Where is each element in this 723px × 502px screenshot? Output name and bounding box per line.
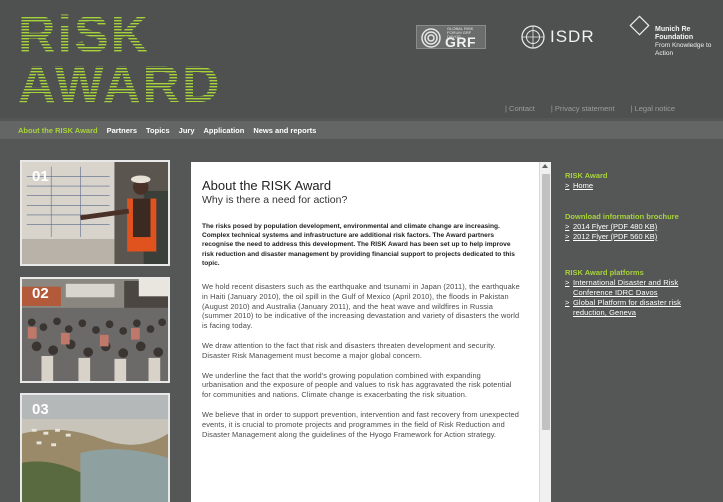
privacy-link[interactable]: | Privacy statement (551, 104, 615, 113)
intro-paragraph: The risks posed by population developmen… (202, 223, 515, 267)
sidebar-link-global-platform[interactable]: > Global Platform for disaster risk redu… (565, 298, 715, 318)
main-nav: About the RISK Award Partners Topics Jur… (0, 121, 723, 139)
nav-application[interactable]: Application (204, 126, 245, 135)
sidebar-section-brochure: Download information brochure > 2014 Fly… (565, 212, 715, 242)
sidebar-title-risk-award: RISK Award (565, 171, 608, 180)
page-subtitle: Why is there a need for action? (202, 194, 348, 206)
thumbnail-3[interactable]: 03 (20, 393, 170, 502)
sidebar-title-platforms: RISK Award platforms (565, 268, 644, 277)
munich-re-logo[interactable]: Munich Re Foundation From Knowledge to A… (628, 14, 718, 64)
top-links: | Contact | Privacy statement | Legal no… (505, 104, 691, 113)
thumbnail-2-number: 02 (32, 285, 49, 302)
right-sidebar: RISK Award > Home Download information b… (565, 171, 715, 339)
arrow-icon: > (565, 298, 570, 307)
thumbnail-2[interactable]: 02 (20, 277, 170, 383)
sidebar-link-label: 2014 Flyer (PDF 480 KB) (573, 222, 658, 231)
legal-notice-link[interactable]: | Legal notice (631, 104, 675, 113)
sidebar-link-label: Global Platform for disaster risk reduct… (573, 298, 681, 317)
risk-award-logo-graphic: RiSK AWARD (18, 6, 222, 114)
page-title: About the RISK Award (202, 178, 332, 193)
sidebar-link-flyer-2014[interactable]: > 2014 Flyer (PDF 480 KB) (565, 222, 715, 232)
thumbnail-1[interactable]: 01 (20, 160, 170, 266)
nav-jury[interactable]: Jury (179, 126, 195, 135)
arrow-icon: > (565, 222, 570, 231)
munich-title: Munich Re Foundation (655, 26, 694, 41)
munich-diamond-icon (629, 15, 650, 36)
sidebar-section-risk-award: RISK Award > Home (565, 171, 715, 191)
body-paragraph-4: We believe that in order to support prev… (202, 409, 519, 439)
sidebar-link-label: International Disaster and Risk Conferen… (573, 278, 679, 297)
grf-text: GRF (445, 34, 477, 50)
sidebar-link-label: Home (573, 181, 594, 190)
sidebar-link-idrc-davos[interactable]: > International Disaster and Risk Confer… (565, 278, 715, 298)
arrow-icon: > (565, 278, 570, 287)
un-emblem-icon (521, 25, 545, 49)
sidebar-link-label: 2012 Flyer (PDF 560 KB) (573, 232, 658, 241)
thumbnail-1-number: 01 (32, 168, 49, 185)
body-paragraph-3: We underline the fact that the world's g… (202, 370, 512, 400)
main-content: About the RISK Award Why is there a need… (191, 162, 551, 502)
content-scrollbar[interactable] (539, 162, 551, 502)
sidebar-section-platforms: RISK Award platforms > International Dis… (565, 268, 715, 318)
munich-subtitle: From Knowledge to Action (655, 42, 712, 57)
logo-line2: AWARD (18, 56, 222, 108)
grf-logo[interactable]: GLOBAL RISK FORUM GRF DAVOS GRF (416, 25, 486, 50)
arrow-icon: > (565, 232, 570, 241)
scroll-thumb[interactable] (542, 174, 550, 430)
nav-topics[interactable]: Topics (146, 126, 170, 135)
body-paragraph-2: We draw attention to the fact that risk … (202, 341, 496, 360)
nav-news[interactable]: News and reports (253, 126, 316, 135)
sidebar-title-brochure: Download information brochure (565, 212, 679, 221)
isdr-text: ISDR (550, 27, 595, 46)
arrow-icon: > (565, 181, 570, 190)
grf-rings-icon (421, 28, 441, 48)
nav-about[interactable]: About the RISK Award (18, 126, 98, 135)
thumbnail-3-number: 03 (32, 401, 49, 418)
scroll-up-arrow-icon[interactable] (542, 164, 548, 168)
contact-link[interactable]: | Contact (505, 104, 535, 113)
site-header: RiSK AWARD GLOBAL RISK FORUM GRF DAVOS G… (0, 0, 723, 118)
risk-award-logo[interactable]: RiSK AWARD (18, 6, 233, 114)
sidebar-link-home[interactable]: > Home (565, 181, 715, 191)
body-paragraph-1: We hold recent disasters such as the ear… (202, 282, 520, 331)
un-isdr-logo[interactable]: ISDR (520, 24, 602, 50)
nav-partners[interactable]: Partners (107, 126, 137, 135)
sidebar-link-flyer-2012[interactable]: > 2012 Flyer (PDF 560 KB) (565, 232, 715, 242)
